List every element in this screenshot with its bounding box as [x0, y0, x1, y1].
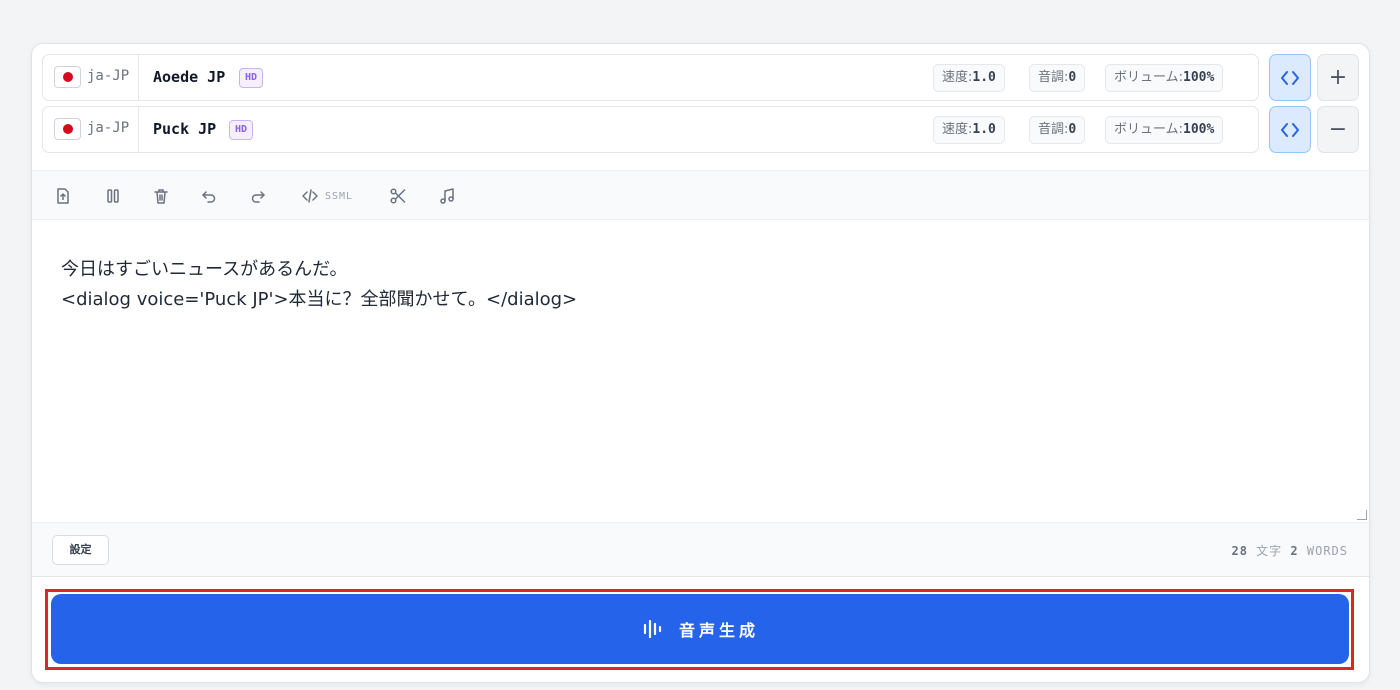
- text-editor[interactable]: 今日はすごいニュースがあるんだ。 <dialog voice='Puck JP'…: [32, 220, 1369, 522]
- volume-control[interactable]: ボリューム:100%: [1105, 116, 1224, 144]
- text-counter: 28 文字 2 WORDS: [1231, 542, 1348, 559]
- pitch-value: 0: [1068, 122, 1077, 137]
- music-note-icon: [440, 188, 454, 204]
- language-code: ja-JP: [87, 68, 130, 84]
- pause-button[interactable]: [104, 183, 122, 209]
- generate-label: 音声生成: [678, 621, 759, 640]
- word-unit: WORDS: [1306, 544, 1348, 558]
- generate-audio-button[interactable]: 音声生成: [51, 594, 1349, 664]
- undo-button[interactable]: [200, 183, 218, 209]
- ssml-toggle-button[interactable]: [1269, 54, 1311, 101]
- japan-flag-icon: [54, 118, 81, 140]
- volume-value: 100%: [1183, 70, 1215, 85]
- speed-value: 1.0: [972, 70, 996, 85]
- speed-value: 1.0: [972, 122, 996, 137]
- editor-toolbar: SSML: [32, 170, 1369, 220]
- settings-button[interactable]: 設定: [52, 535, 109, 565]
- voice-name: Aoede JP: [153, 68, 226, 86]
- code-icon: [302, 189, 318, 203]
- volume-label: ボリューム:: [1114, 70, 1183, 85]
- editor-footer: 設定 28 文字 2 WORDS: [32, 522, 1369, 577]
- voice-row: ja-JP Puck JP HD 速度:1.0 音調:0 ボリューム:100% …: [42, 106, 1359, 153]
- code-brackets-icon: [1281, 122, 1299, 137]
- redo-icon: [251, 191, 265, 203]
- speed-control[interactable]: 速度:1.0: [933, 116, 1005, 144]
- audio-wave-icon: [643, 619, 662, 639]
- voice-name: Puck JP: [153, 120, 217, 138]
- japan-flag-icon: [54, 66, 81, 88]
- editor-line: <dialog voice='Puck JP'>本当に？全部聞かせて。</dia…: [61, 289, 578, 310]
- upload-file-button[interactable]: [54, 183, 72, 209]
- word-count: 2: [1290, 544, 1299, 558]
- code-brackets-icon: [1281, 70, 1299, 85]
- undo-icon: [202, 191, 216, 203]
- upload-file-icon: [57, 188, 69, 204]
- volume-label: ボリューム:: [1114, 122, 1183, 137]
- pitch-label: 音調:: [1038, 122, 1069, 137]
- pitch-label: 音調:: [1038, 70, 1069, 85]
- speed-label: 速度:: [942, 122, 973, 137]
- editor-line: 今日はすごいニュースがあるんだ。: [61, 259, 348, 280]
- trash-icon: [154, 189, 168, 204]
- music-button[interactable]: [438, 183, 456, 209]
- volume-control[interactable]: ボリューム:100%: [1105, 64, 1224, 92]
- ssml-toggle-button[interactable]: [1269, 106, 1311, 153]
- char-unit: 文字: [1256, 544, 1283, 558]
- pitch-value: 0: [1068, 70, 1077, 85]
- pitch-control[interactable]: 音調:0: [1029, 116, 1086, 144]
- plus-icon: +: [1328, 65, 1348, 90]
- hd-badge: HD: [239, 68, 264, 88]
- pause-icon: [107, 189, 119, 203]
- language-selector[interactable]: ja-JP: [43, 107, 139, 152]
- cut-button[interactable]: [389, 183, 407, 209]
- add-voice-button[interactable]: +: [1317, 54, 1359, 101]
- scissors-icon: [390, 188, 406, 204]
- voice-selector[interactable]: ja-JP Puck JP HD 速度:1.0 音調:0 ボリューム:100%: [42, 106, 1259, 153]
- pitch-control[interactable]: 音調:0: [1029, 64, 1086, 92]
- volume-value: 100%: [1183, 122, 1215, 137]
- voice-row: ja-JP Aoede JP HD 速度:1.0 音調:0 ボリューム:100%…: [42, 54, 1359, 101]
- speed-control[interactable]: 速度:1.0: [933, 64, 1005, 92]
- remove-voice-button[interactable]: −: [1317, 106, 1359, 153]
- ssml-button[interactable]: SSML: [301, 183, 353, 209]
- tts-panel: ja-JP Aoede JP HD 速度:1.0 音調:0 ボリューム:100%…: [31, 43, 1370, 683]
- ssml-label: SSML: [325, 190, 354, 202]
- minus-icon: −: [1328, 117, 1348, 142]
- language-code: ja-JP: [87, 120, 130, 136]
- language-selector[interactable]: ja-JP: [43, 55, 139, 100]
- resize-handle[interactable]: [1357, 510, 1367, 520]
- speed-label: 速度:: [942, 70, 973, 85]
- voice-selector[interactable]: ja-JP Aoede JP HD 速度:1.0 音調:0 ボリューム:100%: [42, 54, 1259, 101]
- hd-badge: HD: [229, 120, 254, 140]
- char-count: 28: [1231, 544, 1248, 558]
- redo-button[interactable]: [249, 183, 267, 209]
- delete-button[interactable]: [152, 183, 170, 209]
